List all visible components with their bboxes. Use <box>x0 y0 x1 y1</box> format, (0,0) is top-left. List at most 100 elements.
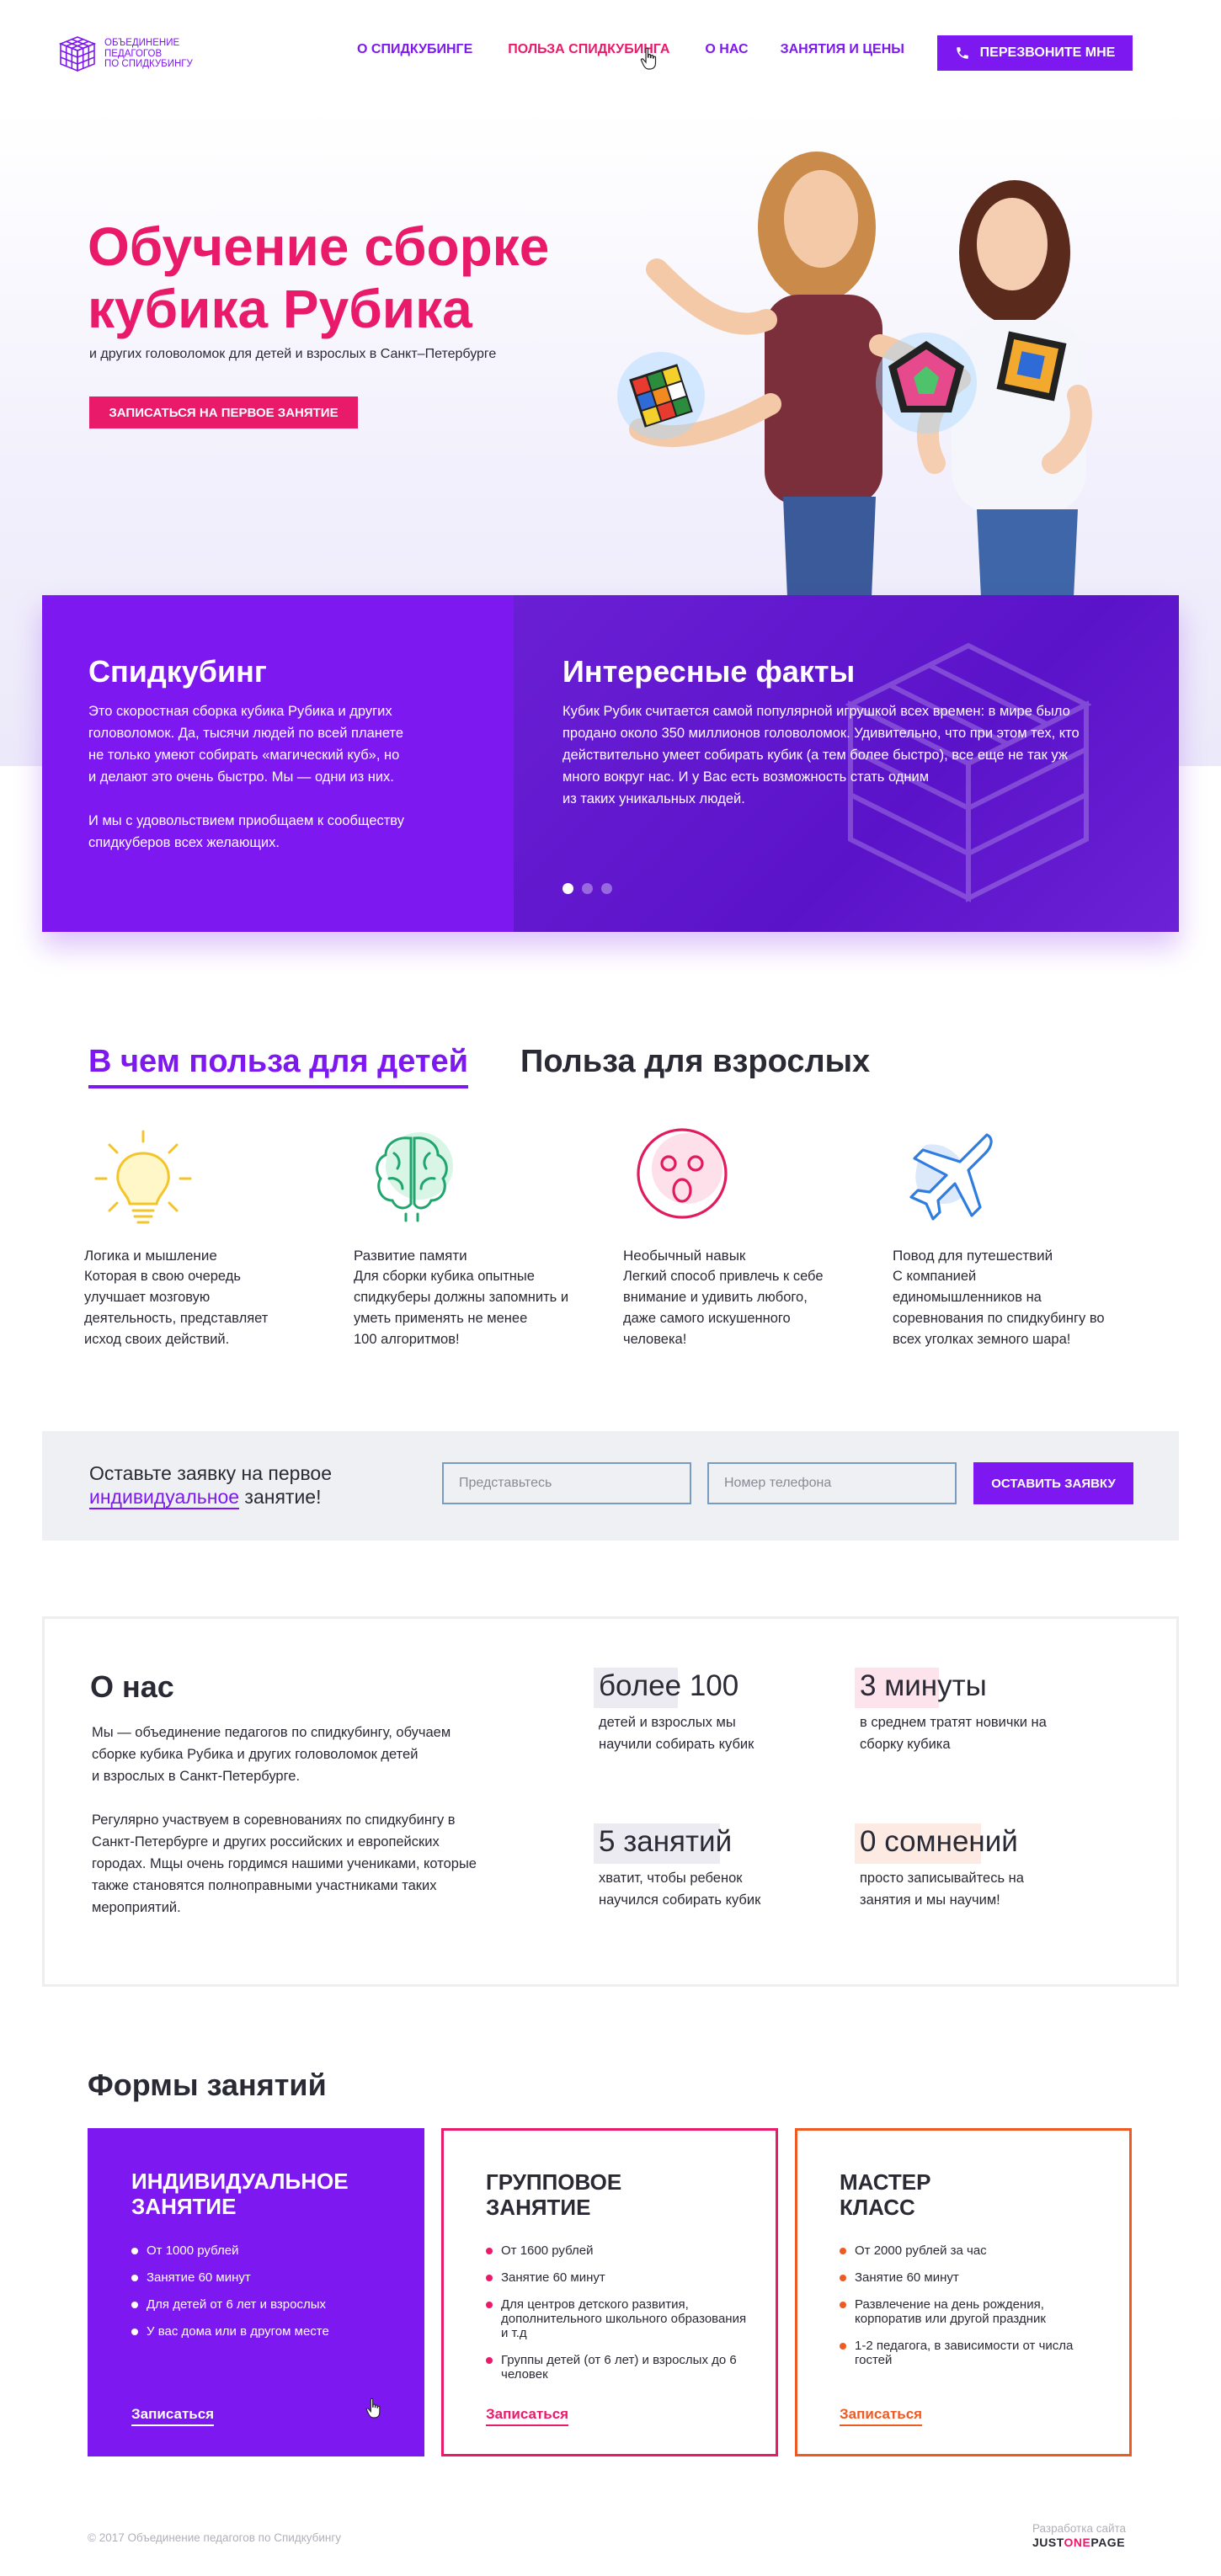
stat-item: 3 минуты в среднем тратят новички на сбо… <box>855 1668 1107 1755</box>
text-line: 100 алгоритмов! <box>354 1332 460 1347</box>
card-feature: У вас дома или в другом месте <box>131 2324 401 2339</box>
text-line: городах. Мщы очень гордимся нашими учени… <box>92 1856 477 1871</box>
text-line: соревнования по спидкубингу во <box>893 1311 1105 1326</box>
hero-subtitle: и других головоломок для детей и взрослы… <box>89 347 497 361</box>
stat-text: в среднем тратят новички на сборку кубик… <box>855 1711 1107 1755</box>
text-line: детей и взрослых мы <box>599 1715 736 1730</box>
logo[interactable]: ОБЪЕДИНЕНИЕ ПЕДАГОГОВ ПО СПИДКУБИНГУ <box>56 32 205 76</box>
card-title-line: занятие <box>131 2194 237 2219</box>
hero-signup-button[interactable]: Записаться на первое занятие <box>89 397 358 428</box>
main-nav: О спидкубинге Польза спидкубинга О нас З… <box>357 42 904 57</box>
text-line: научился собирать кубик <box>599 1892 761 1908</box>
stat-item: 5 занятий хватит, чтобы ребенок научился… <box>594 1823 846 1911</box>
text-line: действительно умеет собирать кубик (а те… <box>563 748 1068 763</box>
hand-cursor-icon <box>365 2398 381 2419</box>
text-line: сборке кубика Рубика и других головоломо… <box>92 1747 419 1762</box>
slider-dot[interactable] <box>563 883 573 894</box>
text-line: Для сборки кубика опытные <box>354 1269 535 1284</box>
nav-link-about-speedcubing[interactable]: О спидкубинге <box>357 42 472 57</box>
text-line: Это скоростная сборка кубика Рубика и др… <box>88 704 392 719</box>
brain-icon <box>376 1132 453 1222</box>
callback-button[interactable]: Перезвоните мне <box>937 35 1133 71</box>
stat-value: более 100 <box>594 1668 744 1708</box>
text-line: всех уголках земного шара! <box>893 1332 1071 1347</box>
signup-link[interactable]: Записаться <box>131 2406 215 2426</box>
logo-line: ПО СПИДКУБИНГУ <box>104 59 193 70</box>
text-tail: занятие! <box>239 1486 322 1508</box>
card-title: Индивидуальное занятие <box>131 2169 349 2219</box>
highlight-word: индивидуальное <box>89 1486 240 1509</box>
card-title-line: занятие <box>486 2195 591 2220</box>
text-line: Кубик Рубик считается самой популярной и… <box>563 704 1070 719</box>
name-input[interactable]: Представьтесь <box>442 1462 691 1504</box>
lightbulb-icon <box>94 1130 192 1224</box>
stat-text: просто записывайтесь на занятия и мы нау… <box>855 1867 1107 1911</box>
tab-benefits-kids[interactable]: В чем польза для детей <box>88 1044 469 1088</box>
card-feature: Занятие 60 минут <box>131 2270 401 2285</box>
text-line: внимание и удивить любого, <box>623 1290 808 1305</box>
card-feature: От 2000 рублей за час <box>840 2243 1109 2258</box>
about-paragraph: Мы — объединение педагогов по спидкубинг… <box>92 1722 530 1787</box>
text-line: и делают это очень быстро. Мы — одни из … <box>88 769 394 785</box>
card-feature: Развлечение на день рождения, корпоратив… <box>840 2297 1109 2326</box>
card-feature: От 1000 рублей <box>131 2243 401 2258</box>
nav-link-classes-prices[interactable]: Занятия и цены <box>781 42 904 57</box>
developer-logo[interactable]: JUSTONEPAGE <box>1032 2536 1125 2549</box>
card-feature-list: От 1600 рублей Занятие 60 минут Для цент… <box>486 2243 755 2394</box>
stat-text: детей и взрослых мы научили собирать куб… <box>594 1711 846 1755</box>
card-title-line: класс <box>840 2195 915 2220</box>
about-section: О нас Мы — объединение педагогов по спид… <box>42 1616 1179 1987</box>
speedcubing-text: Это скоростная сборка кубика Рубика и др… <box>88 700 404 854</box>
card-feature-list: От 2000 рублей за час Занятие 60 минут Р… <box>840 2243 1109 2380</box>
text-line: единомышленников на <box>893 1290 1042 1305</box>
signup-link[interactable]: Записаться <box>486 2406 569 2426</box>
cube-stack-right <box>996 331 1067 402</box>
nav-link-about-us[interactable]: О нас <box>705 42 748 57</box>
tab-benefits-adults[interactable]: Польза для взрослых <box>520 1044 870 1080</box>
stat-value: 5 занятий <box>594 1823 737 1864</box>
stat-number: 3 минуты <box>860 1669 987 1702</box>
text-line: уметь применять не менее <box>354 1311 528 1326</box>
card-title: Мастер класс <box>840 2169 930 2220</box>
footer-copyright: © 2017 Объединение педагогов по Спидкуби… <box>88 2531 342 2544</box>
card-feature: 1-2 педагога, в зависимости от числа гос… <box>840 2339 1109 2367</box>
card-feature: Для детей от 6 лет и взрослых <box>131 2297 401 2312</box>
class-card-group: Групповое занятие От 1600 рублей Занятие… <box>441 2128 778 2456</box>
footer-dev-label: Разработка сайта <box>1032 2522 1127 2535</box>
request-form: Оставьте заявку на первое индивидуальное… <box>42 1431 1179 1541</box>
card-feature: Занятие 60 минут <box>486 2270 755 2285</box>
megaminx-puzzle <box>876 333 977 434</box>
signup-link[interactable]: Записаться <box>840 2406 923 2426</box>
slider-dot[interactable] <box>582 883 593 894</box>
rubiks-cube-left <box>617 352 705 439</box>
about-paragraph: Регулярно участвуем в соревнованиях по с… <box>92 1809 530 1919</box>
stat-number: 5 занятий <box>599 1825 733 1858</box>
text-line: Санкт-Петербурге и других российских и е… <box>92 1834 440 1850</box>
stat-value: 3 минуты <box>855 1668 992 1708</box>
text-line: хватит, чтобы ребенок <box>599 1871 743 1886</box>
card-feature-list: От 1000 рублей Занятие 60 минут Для дете… <box>131 2243 401 2351</box>
card-feature: Группы детей (от 6 лет) и взрослых до 6 … <box>486 2353 755 2382</box>
facts-text: Кубик Рубик считается самой популярной и… <box>563 700 1080 810</box>
logo-line: ПЕДАГОГОВ <box>104 48 163 59</box>
text-line: Оставьте заявку на первое <box>89 1462 333 1484</box>
benefit-item: Логика и мышление Которая в свою очередь… <box>84 1120 328 1350</box>
text-line: человека! <box>623 1332 687 1347</box>
benefit-item: Повод для путешествий С компанией едином… <box>893 1120 1137 1350</box>
stat-value: 0 сомнений <box>855 1823 1023 1864</box>
stat-number: 0 сомнений <box>860 1825 1018 1858</box>
text-line: занятия и мы научим! <box>860 1892 1000 1908</box>
about-title: О нас <box>90 1669 174 1704</box>
benefit-item: Необычный навык Легкий способ привлечь к… <box>623 1120 867 1350</box>
benefit-title: Развитие памяти <box>354 1248 467 1264</box>
card-feature: От 1600 рублей <box>486 2243 755 2258</box>
surprised-face-icon <box>637 1128 728 1219</box>
slider-dot[interactable] <box>601 883 612 894</box>
dev-brand-part: PAGE <box>1090 2536 1126 2549</box>
logo-text: ОБЪЕДИНЕНИЕ ПЕДАГОГОВ ПО СПИДКУБИНГУ <box>104 38 205 70</box>
hero-title-line: кубика Рубика <box>88 279 472 339</box>
text-line: Регулярно участвуем в соревнованиях по с… <box>92 1812 456 1828</box>
dev-brand-part: ONE <box>1064 2536 1091 2549</box>
submit-request-button[interactable]: Оставить заявку <box>973 1462 1133 1504</box>
phone-input[interactable]: Номер телефона <box>707 1462 957 1504</box>
